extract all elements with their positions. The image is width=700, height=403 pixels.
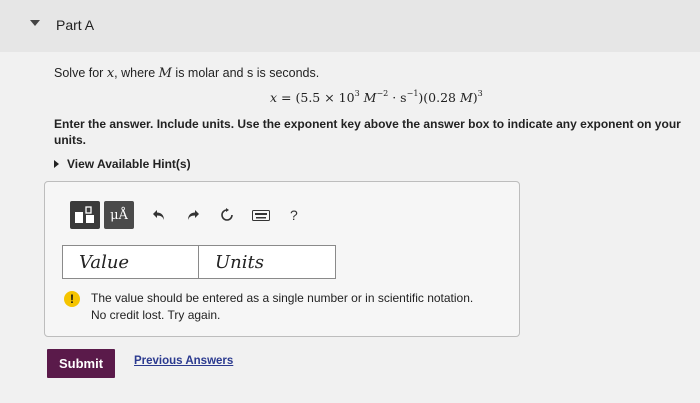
eq-exp: 3 bbox=[354, 89, 360, 98]
undo-icon[interactable] bbox=[148, 204, 170, 226]
template-button[interactable] bbox=[70, 201, 100, 229]
question-middle: , where bbox=[114, 66, 159, 80]
feedback-text: The value should be entered as a single … bbox=[91, 290, 473, 324]
eq-lhs: x bbox=[270, 90, 278, 105]
keyboard-icon[interactable] bbox=[250, 204, 272, 226]
eq-seconds: · s bbox=[388, 90, 407, 105]
part-title: Part A bbox=[56, 17, 95, 33]
eq-M2: M bbox=[459, 90, 473, 105]
redo-icon[interactable] bbox=[182, 204, 204, 226]
eq-mid: )(0.28 bbox=[418, 90, 460, 105]
help-button[interactable]: ? bbox=[290, 207, 298, 223]
question-suffix: is molar and s is seconds. bbox=[171, 66, 320, 80]
reset-icon[interactable] bbox=[216, 204, 238, 226]
instructions: Enter the answer. Include units. Use the… bbox=[54, 117, 681, 147]
collapse-caret-icon[interactable] bbox=[30, 20, 40, 30]
value-input[interactable]: Value bbox=[62, 245, 198, 279]
eq-exp-neg2: −2 bbox=[376, 89, 389, 98]
part-header bbox=[0, 0, 700, 52]
units-input[interactable]: Units bbox=[198, 245, 336, 279]
answer-input-row: Value Units bbox=[62, 245, 336, 279]
feedback-message: ! The value should be entered as a singl… bbox=[64, 290, 514, 324]
question-prefix: Solve for bbox=[54, 66, 107, 80]
eq-exp-neg1: −1 bbox=[406, 89, 419, 98]
units-button[interactable]: μÅ bbox=[104, 201, 134, 229]
expand-triangle-icon bbox=[54, 160, 59, 168]
submit-button[interactable]: Submit bbox=[47, 349, 115, 378]
previous-answers-link[interactable]: Previous Answers bbox=[134, 355, 233, 367]
math-toolbar: μÅ ? bbox=[70, 200, 298, 230]
feedback-line2: No credit lost. Try again. bbox=[91, 308, 221, 322]
equation: x = (5.5 × 103 M−2 · s−1)(0.28 M)3 bbox=[270, 89, 483, 105]
question-text: Solve for x, where M is molar and s is s… bbox=[54, 66, 319, 81]
view-hints-link[interactable]: View Available Hint(s) bbox=[54, 157, 191, 171]
hint-label: View Available Hint(s) bbox=[67, 157, 191, 171]
eq-part: = (5.5 × 10 bbox=[277, 90, 355, 105]
eq-exp-3: 3 bbox=[477, 89, 483, 98]
variable-M: M bbox=[158, 66, 172, 81]
eq-M: M bbox=[363, 90, 377, 105]
template-icon bbox=[75, 206, 94, 223]
feedback-line1: The value should be entered as a single … bbox=[91, 291, 474, 305]
warning-icon: ! bbox=[64, 291, 80, 307]
